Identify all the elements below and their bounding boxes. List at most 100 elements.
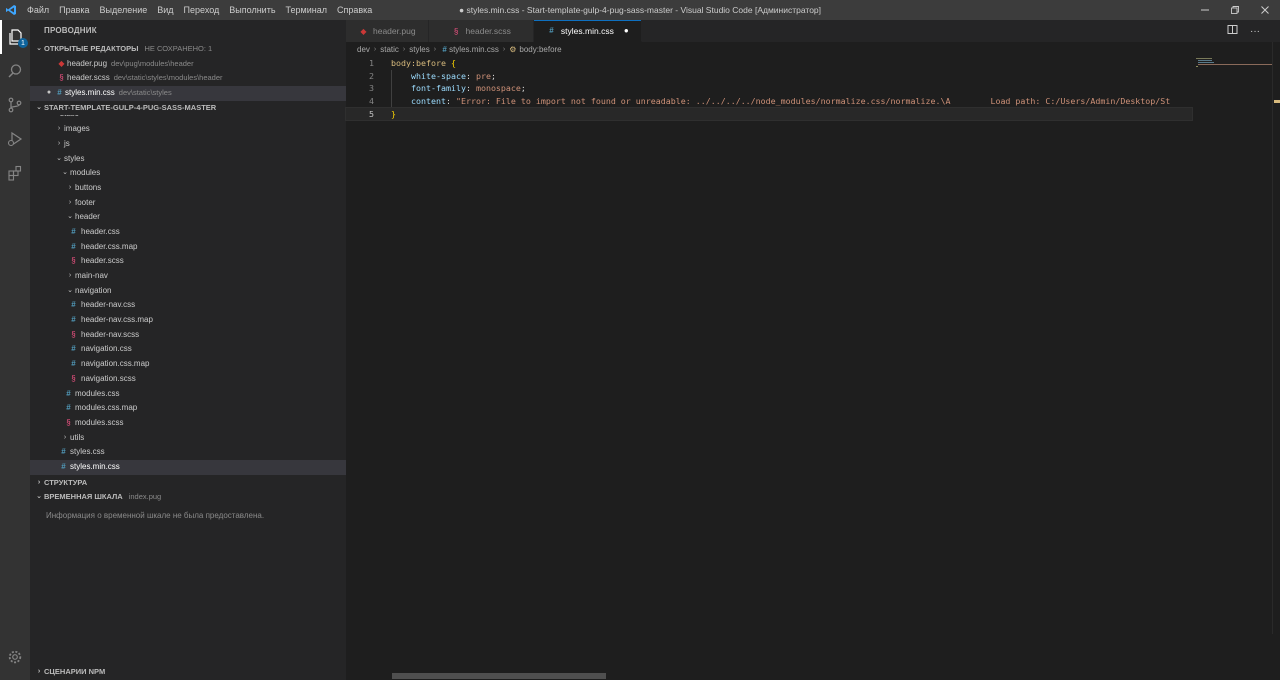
open-editor-item[interactable]: § header.scss dev\static\styles\modules\…: [30, 71, 346, 86]
tree-file[interactable]: # navigation.css: [30, 342, 346, 357]
scss-file-icon: §: [59, 73, 64, 83]
breadcrumb-item[interactable]: styles: [409, 45, 429, 54]
symbol-class-icon: ⚙: [509, 45, 517, 54]
tab-label: header.scss: [465, 26, 511, 36]
title-bar: Файл Правка Выделение Вид Переход Выполн…: [0, 0, 1280, 20]
source-control-icon[interactable]: [0, 88, 30, 122]
breadcrumb-item[interactable]: static: [380, 45, 399, 54]
tree-file[interactable]: § navigation.scss: [30, 372, 346, 387]
tab-header-scss[interactable]: § header.scss: [428, 20, 534, 42]
tree-file[interactable]: # header-nav.css.map: [30, 313, 346, 328]
explorer-sidebar: ПРОВОДНИК ⌄ ОТКРЫТЫЕ РЕДАКТОРЫ НЕ СОХРАН…: [30, 20, 346, 680]
outline-label: СТРУКТУРА: [44, 477, 88, 487]
run-debug-icon[interactable]: [0, 122, 30, 156]
restore-button[interactable]: [1220, 0, 1250, 20]
css-value: monospace: [475, 83, 521, 94]
css-file-icon: #: [66, 388, 71, 398]
tree-file[interactable]: # modules.css.map: [30, 401, 346, 416]
outline-header[interactable]: › СТРУКТУРА: [30, 476, 346, 491]
css-file-icon: #: [71, 315, 76, 325]
split-editor-icon[interactable]: [1227, 24, 1238, 38]
line-number: 3: [369, 83, 374, 94]
timeline-header[interactable]: ⌄ ВРЕМЕННАЯ ШКАЛА index.pug: [30, 490, 346, 505]
close-window-button[interactable]: [1250, 0, 1280, 20]
timeline-file: index.pug: [128, 492, 162, 502]
tree-file[interactable]: § header.scss: [30, 254, 346, 269]
tree-folder[interactable]: › main-nav: [30, 269, 346, 284]
breadcrumb-item[interactable]: styles.min.css: [449, 45, 499, 54]
tree-folder[interactable]: › js: [30, 137, 346, 152]
tab-label: styles.min.css: [560, 25, 614, 36]
chevron-right-icon: ›: [63, 433, 67, 441]
menu-run[interactable]: Выполнить: [224, 0, 280, 20]
npm-scripts-header[interactable]: › СЦЕНАРИИ NPM: [30, 664, 346, 680]
tree-file[interactable]: # modules.css: [30, 387, 346, 402]
menu-edit[interactable]: Правка: [54, 0, 94, 20]
chevron-down-icon: ⌄: [67, 286, 73, 294]
tree-label: modules: [70, 168, 101, 178]
tree-label: styles.css: [70, 447, 105, 457]
tree-file-selected[interactable]: # styles.min.css: [30, 459, 346, 475]
open-editors-header[interactable]: ⌄ ОТКРЫТЫЕ РЕДАКТОРЫ НЕ СОХРАНЕНО: 1: [30, 42, 346, 57]
tree-label: images: [64, 124, 90, 134]
tree-label: modules.scss: [75, 417, 124, 427]
search-icon[interactable]: [0, 54, 30, 88]
tree-label: navigation: [75, 285, 112, 295]
horizontal-scrollbar-thumb[interactable]: [392, 673, 606, 679]
project-header[interactable]: ⌄ START-TEMPLATE-GULP-4-PUG-SASS-MASTER: [30, 101, 346, 116]
open-editor-item[interactable]: ◆ header.pug dev\pug\modules\header: [30, 57, 346, 72]
settings-gear-icon[interactable]: [0, 640, 30, 674]
menu-file[interactable]: Файл: [22, 0, 54, 20]
breadcrumb-item[interactable]: body:before: [519, 45, 561, 54]
tree-file[interactable]: § header-nav.scss: [30, 328, 346, 343]
chevron-down-icon: ⌄: [56, 154, 62, 162]
minimize-button[interactable]: [1190, 0, 1220, 20]
tab-header-pug[interactable]: ◆ header.pug: [346, 20, 429, 42]
unsaved-dot-icon[interactable]: ●: [624, 26, 629, 35]
chevron-right-icon: ›: [402, 46, 406, 53]
close-brace: }: [391, 108, 396, 119]
tree-file[interactable]: # header-nav.css: [30, 298, 346, 313]
css-file-icon: #: [66, 403, 71, 413]
explorer-icon[interactable]: 1: [0, 20, 30, 54]
chevron-right-icon: ›: [37, 667, 41, 675]
tree-file[interactable]: # navigation.css.map: [30, 357, 346, 372]
tree-file[interactable]: # styles.css: [30, 445, 346, 460]
tree-folder[interactable]: ⌄ styles: [30, 152, 346, 167]
breadcrumb-item[interactable]: dev: [357, 45, 370, 54]
more-actions-icon[interactable]: ···: [1250, 26, 1260, 37]
code-editor[interactable]: 1 body:before { 2 white-space: pre; 3 fo…: [345, 57, 1193, 667]
css-pseudo: :before: [410, 58, 446, 68]
tree-file[interactable]: # header.css: [30, 225, 346, 240]
editor-actions: ···: [1227, 20, 1260, 42]
tree-folder[interactable]: › buttons: [30, 181, 346, 196]
npm-scripts-label: СЦЕНАРИИ NPM: [44, 666, 106, 676]
tree-folder[interactable]: ⌄ navigation: [30, 284, 346, 299]
tree-file[interactable]: § modules.scss: [30, 416, 346, 431]
tree-folder[interactable]: › images: [30, 122, 346, 137]
tree-folder[interactable]: ⌄ header: [30, 210, 346, 225]
open-editor-item-active[interactable]: ● # styles.min.css dev\static\styles: [30, 86, 346, 101]
tree-folder[interactable]: ⌄static: [30, 115, 346, 122]
code-line: 3 font-family: monospace;: [346, 82, 1192, 96]
tree-folder[interactable]: › utils: [30, 431, 346, 446]
open-editors-label: ОТКРЫТЫЕ РЕДАКТОРЫ: [44, 44, 139, 53]
menu-view[interactable]: Вид: [152, 0, 178, 20]
tree-label: footer: [75, 197, 96, 207]
line-number: 5: [369, 108, 374, 119]
minimap[interactable]: [1192, 57, 1272, 67]
extensions-icon[interactable]: [0, 156, 30, 190]
css-value: pre: [475, 70, 491, 81]
tree-label: modules.css.map: [75, 403, 138, 413]
menu-help[interactable]: Справка: [332, 0, 377, 20]
menu-selection[interactable]: Выделение: [95, 0, 153, 20]
menu-terminal[interactable]: Терминал: [281, 0, 332, 20]
tree-folder[interactable]: › footer: [30, 196, 346, 211]
css-file-icon: #: [71, 359, 76, 369]
vertical-scrollbar[interactable]: [1272, 42, 1280, 634]
tree-file[interactable]: # header.css.map: [30, 240, 346, 255]
tree-folder[interactable]: ⌄ modules: [30, 166, 346, 181]
tab-styles-min-css[interactable]: # styles.min.css ●: [533, 20, 642, 42]
menu-go[interactable]: Переход: [179, 0, 225, 20]
tree-label: utils: [70, 432, 85, 442]
